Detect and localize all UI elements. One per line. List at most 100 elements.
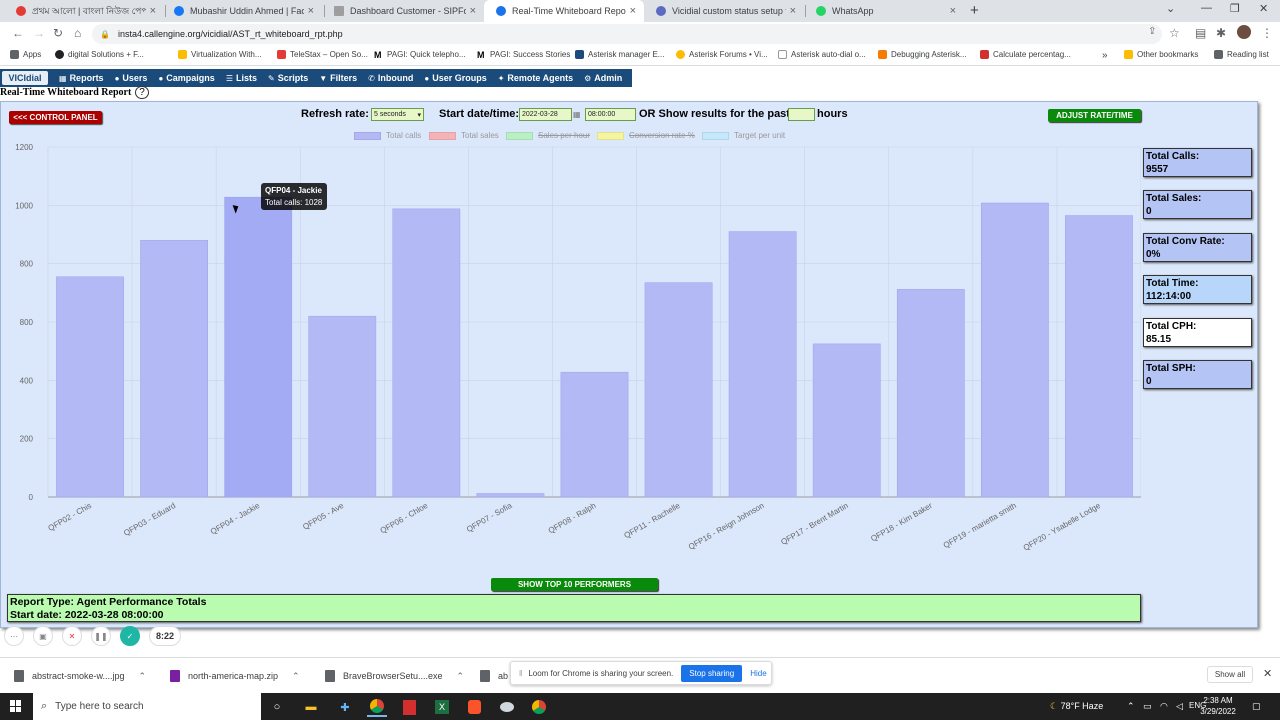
campaigns-icon: ● (158, 73, 164, 83)
close-tab-icon[interactable]: × (470, 5, 476, 17)
nav-inbound[interactable]: ✆ Inbound (368, 73, 413, 83)
restore-icon[interactable]: ❐ (1230, 2, 1240, 15)
hours-input[interactable] (788, 108, 815, 121)
close-tab-icon[interactable]: × (150, 5, 156, 17)
app-icon[interactable] (497, 697, 517, 717)
wifi-icon[interactable]: ◠ (1160, 701, 1168, 712)
file-explorer-icon[interactable]: ▬ (301, 697, 321, 717)
pdf-reader-icon[interactable] (399, 697, 419, 717)
calendar-icon[interactable]: ▦ (573, 110, 581, 119)
bookmark-item[interactable]: Calculate percentag... (980, 50, 1071, 59)
taskbar-clock[interactable]: 2:38 AM 3/29/2022 (1198, 695, 1238, 717)
bookmark-item[interactable]: Asterisk manager E... (575, 50, 664, 59)
download-item[interactable]: ab (480, 670, 508, 682)
nav-users[interactable]: ● Users (115, 73, 148, 83)
nav-user-groups[interactable]: ● User Groups (424, 73, 486, 83)
show-all-downloads-button[interactable]: Show all (1207, 666, 1253, 683)
network-icon[interactable]: ▭ (1143, 701, 1152, 712)
start-datetime-label: Start date/time: (439, 108, 520, 120)
app-nav-bar: VICIdial ▦ Reports ● Users ● Campaigns ☰ Lis… (0, 69, 632, 87)
address-bar[interactable]: 🔒 insta4.callengine.org/vicidial/AST_rt_… (92, 24, 1162, 44)
bookmark-item[interactable]: TeleStax – Open So... (277, 50, 368, 59)
volume-icon[interactable]: ◁ (1176, 701, 1183, 712)
cancel-recording-icon[interactable]: ✕ (62, 626, 82, 646)
browser-tab[interactable]: Vicidial custom status setup tuto × (644, 0, 804, 22)
close-tab-icon[interactable]: × (308, 5, 314, 17)
puzzle-icon[interactable]: ✱ (1216, 26, 1226, 40)
download-item[interactable]: abstract-smoke-w....jpg ⌃ (14, 670, 146, 682)
extension-icon[interactable]: ▤ (1195, 26, 1206, 40)
browser-tab[interactable]: WhatsApp × (804, 0, 964, 22)
help-icon[interactable]: ? (135, 86, 149, 99)
control-panel-button[interactable]: <<< CONTROL PANEL (9, 111, 102, 124)
bookmark-item[interactable]: M PAGI: Quick telepho... (374, 50, 466, 60)
show-top-10-button[interactable]: SHOW TOP 10 PERFORMERS (491, 578, 658, 591)
tray-chevron-icon[interactable]: ⌃ (1127, 701, 1135, 712)
nav-scripts[interactable]: ✎ Scripts (268, 73, 308, 83)
reload-icon[interactable]: ↻ (53, 26, 63, 40)
new-tab-button[interactable]: + (970, 2, 979, 19)
chevron-up-icon[interactable]: ⌃ (292, 671, 300, 682)
browser-tab[interactable]: Mubashir Uddin Ahmed | Facebook × (162, 0, 322, 22)
bookmark-item[interactable]: Asterisk auto-dial o... (778, 50, 866, 59)
stop-sharing-button[interactable]: Stop sharing (681, 664, 743, 682)
forward-icon[interactable]: → (33, 26, 45, 40)
browser-tab[interactable]: Dashboard Customer - SIPForge × (322, 0, 484, 22)
browser-tab[interactable]: প্রথম আলো | বাংলা নিউজ পেপার × (4, 0, 164, 22)
start-date-input[interactable]: 2022-03-28 (519, 108, 572, 121)
tab-search-icon[interactable]: ⌄ (1166, 2, 1175, 15)
bookmark-item[interactable]: Asterisk Forums • Vi... (676, 50, 768, 59)
bookmark-item[interactable]: M PAGI: Success Stories (477, 50, 570, 60)
share-icon[interactable]: ⇪ (1148, 26, 1156, 37)
hide-button[interactable]: Hide (750, 669, 766, 678)
app-icon[interactable]: ✚ (335, 697, 355, 717)
nav-lists[interactable]: ☰ Lists (226, 73, 257, 83)
bookmark-item[interactable]: Debugging Asterisk... (878, 50, 967, 59)
close-tab-icon[interactable]: × (950, 5, 956, 17)
browser-tab-active[interactable]: Real-Time Whiteboard Report × (484, 0, 644, 22)
chevron-up-icon[interactable]: ⌃ (139, 671, 147, 682)
task-view-icon[interactable]: ○ (267, 697, 287, 717)
chrome-icon[interactable] (367, 697, 387, 717)
minimize-icon[interactable]: — (1201, 2, 1212, 14)
nav-campaigns[interactable]: ● Campaigns (158, 73, 214, 83)
close-downloads-icon[interactable]: ✕ (1263, 667, 1272, 680)
other-bookmarks[interactable]: Other bookmarks (1124, 50, 1198, 59)
reading-list[interactable]: Reading list (1214, 50, 1269, 59)
adjust-rate-time-button[interactable]: ADJUST RATE/TIME (1048, 109, 1141, 122)
back-icon[interactable]: ← (12, 26, 24, 40)
close-window-icon[interactable]: ✕ (1259, 2, 1268, 15)
finish-recording-icon[interactable]: ✓ (120, 626, 140, 646)
vicidial-logo[interactable]: VICIdial (2, 71, 48, 85)
bookmark-apps[interactable]: Apps (10, 50, 41, 59)
nav-filters[interactable]: ▼ Filters (319, 73, 357, 83)
drag-handle-icon[interactable]: ‖ (519, 669, 522, 678)
close-tab-icon[interactable]: × (790, 5, 796, 17)
nav-remote-agents[interactable]: ✦ Remote Agents (498, 73, 573, 83)
bookmarks-more-icon[interactable]: » (1102, 50, 1108, 61)
start-time-input[interactable]: 08:00:00 (585, 108, 636, 121)
notifications-icon[interactable]: ▢ (1252, 701, 1261, 712)
brave-icon[interactable] (464, 697, 484, 717)
refresh-rate-select[interactable]: 5 seconds ▾ (371, 108, 424, 121)
profile-avatar[interactable] (1237, 25, 1251, 39)
chevron-up-icon[interactable]: ⌃ (457, 671, 465, 682)
download-item[interactable]: BraveBrowserSetu....exe ⌃ (325, 670, 464, 682)
menu-icon[interactable]: ⋮ (1261, 26, 1273, 40)
nav-admin[interactable]: ⚙ Admin (584, 73, 622, 83)
more-icon[interactable]: ⋯ (4, 626, 24, 646)
close-tab-icon[interactable]: × (630, 5, 636, 17)
download-item[interactable]: north-america-map.zip ⌃ (170, 670, 300, 682)
chrome-icon[interactable] (529, 697, 549, 717)
taskbar-search[interactable]: ⌕ Type here to search (33, 693, 261, 720)
bookmark-star-icon[interactable]: ☆ (1169, 26, 1180, 40)
pause-icon[interactable]: ❚❚ (91, 626, 111, 646)
weather-widget[interactable]: ☾ 78°F Haze (1050, 701, 1103, 712)
excel-icon[interactable]: X (432, 697, 452, 717)
bookmark-item[interactable]: digital Solutions + F... (55, 50, 144, 59)
camera-icon[interactable]: ▣ (33, 626, 53, 646)
windows-start-icon[interactable] (10, 700, 22, 712)
home-icon[interactable]: ⌂ (74, 26, 81, 40)
bookmark-item[interactable]: Virtualization With... (178, 50, 262, 59)
nav-reports[interactable]: ▦ Reports (59, 73, 104, 83)
